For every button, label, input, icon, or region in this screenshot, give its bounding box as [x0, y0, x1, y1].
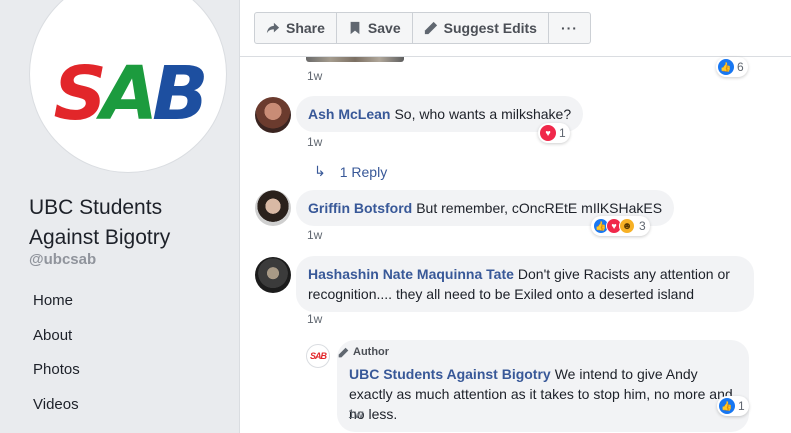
- avatar[interactable]: SAB: [306, 344, 330, 368]
- comment-author[interactable]: Hashashin Nate Maquinna Tate: [308, 266, 514, 282]
- comment-text: So, who wants a milkshake?: [394, 106, 572, 122]
- avatar[interactable]: [255, 190, 291, 226]
- bookmark-icon: [350, 21, 360, 35]
- comment-author[interactable]: Griffin Botsford: [308, 200, 412, 216]
- avatar[interactable]: [255, 97, 291, 133]
- nav-item-photos[interactable]: Photos: [20, 353, 230, 388]
- page-nav: Home About Photos Videos: [20, 284, 230, 422]
- reaction-summary[interactable]: 👍 ♥ ☻ 3: [591, 216, 650, 236]
- comment-author[interactable]: Ash McLean: [308, 106, 390, 122]
- reaction-summary[interactable]: 👍 1: [717, 396, 749, 416]
- love-reaction-icon: ♥: [540, 125, 556, 141]
- sab-logo: SAB: [53, 51, 209, 137]
- nav-item-home[interactable]: Home: [20, 284, 230, 319]
- comment-timestamp[interactable]: 1w: [348, 407, 363, 421]
- page-title[interactable]: UBC Students Against Bigotry: [29, 193, 229, 253]
- reaction-summary[interactable]: ♥ 1: [538, 123, 570, 143]
- suggest-edits-button[interactable]: Suggest Edits: [413, 13, 549, 43]
- save-button[interactable]: Save: [337, 13, 413, 43]
- comment-timestamp[interactable]: 1w: [307, 312, 322, 326]
- comment-timestamp[interactable]: 1w: [307, 135, 322, 149]
- more-options-button[interactable]: ···: [549, 13, 590, 43]
- reaction-summary[interactable]: 👍 6: [716, 57, 748, 77]
- share-button[interactable]: Share: [255, 13, 337, 43]
- comment-timestamp[interactable]: 1w: [307, 69, 322, 83]
- comment-bubble: Hashashin Nate Maquinna Tate Don't give R…: [296, 256, 754, 312]
- author-badge: Author: [338, 346, 389, 358]
- comments-panel: Share Save Suggest Edits ··· 1w 👍 6 Ash …: [239, 0, 791, 433]
- haha-reaction-icon: ☻: [619, 218, 635, 234]
- avatar[interactable]: [255, 257, 291, 293]
- pencil-icon: [338, 347, 349, 357]
- comment-text: But remember, cOncREtE mIlKSHakES: [416, 200, 663, 216]
- share-icon: [266, 22, 280, 34]
- more-icon: ···: [560, 20, 578, 36]
- attached-image-fragment[interactable]: [306, 57, 404, 62]
- nav-item-about[interactable]: About: [20, 319, 230, 354]
- reply-arrow-icon: ↳: [314, 163, 326, 179]
- page-sidebar: SAB UBC Students Against Bigotry @ubcsab…: [0, 0, 239, 433]
- pencil-icon: [424, 21, 437, 35]
- like-reaction-icon: 👍: [719, 398, 735, 414]
- page-handle[interactable]: @ubcsab: [29, 251, 96, 268]
- reply-bubble: UBC Students Against Bigotry We intend to…: [337, 340, 749, 432]
- like-reaction-icon: 👍: [718, 59, 734, 75]
- view-replies-link[interactable]: ↳ 1 Reply: [314, 163, 387, 180]
- page-actions-toolbar: Share Save Suggest Edits ···: [254, 12, 591, 44]
- nav-item-videos[interactable]: Videos: [20, 388, 230, 423]
- comment-timestamp[interactable]: 1w: [307, 228, 322, 242]
- comment-author[interactable]: UBC Students Against Bigotry: [349, 366, 551, 382]
- profile-picture[interactable]: SAB: [29, 0, 227, 173]
